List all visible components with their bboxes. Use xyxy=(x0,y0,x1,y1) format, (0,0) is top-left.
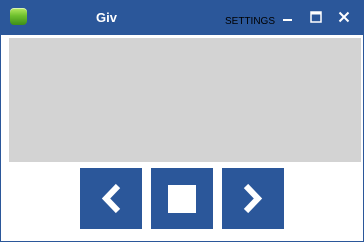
stop-button[interactable] xyxy=(151,168,213,229)
next-button[interactable] xyxy=(222,168,284,229)
maximize-icon xyxy=(310,11,322,23)
app-icon xyxy=(10,8,27,25)
minimize-button[interactable] xyxy=(280,9,296,25)
chevron-left-icon xyxy=(101,183,121,214)
settings-button[interactable]: SETTINGS xyxy=(225,16,275,28)
window-title: Giv xyxy=(96,10,117,25)
previous-button[interactable] xyxy=(80,168,142,229)
app-window: Giv SETTINGS xyxy=(0,0,364,242)
title-bar[interactable]: Giv SETTINGS xyxy=(1,1,363,35)
minimize-icon xyxy=(283,19,292,21)
content-area xyxy=(9,38,361,162)
close-icon xyxy=(338,11,350,23)
maximize-button[interactable] xyxy=(308,9,324,25)
stop-icon xyxy=(168,185,196,213)
close-button[interactable] xyxy=(336,9,352,25)
chevron-right-icon xyxy=(243,183,263,214)
